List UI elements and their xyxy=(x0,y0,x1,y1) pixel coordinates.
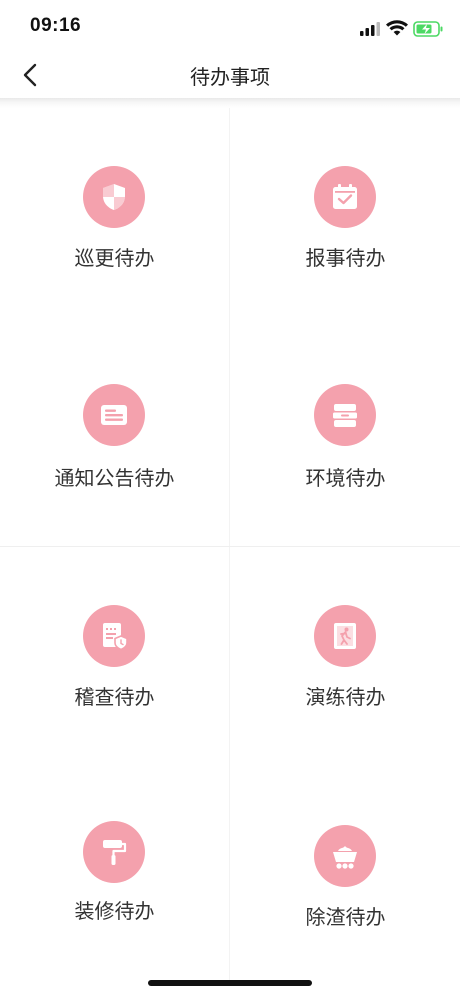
signal-icon xyxy=(360,22,380,36)
todo-item-patrol[interactable]: 巡更待办 xyxy=(0,108,229,327)
todo-item-audit[interactable]: 稽查待办 xyxy=(0,547,229,766)
patrol-icon-circle xyxy=(83,166,145,228)
notice-icon xyxy=(101,405,127,425)
exit-runner-icon xyxy=(334,623,356,649)
notice-icon-circle xyxy=(83,384,145,446)
shield-icon xyxy=(103,184,125,210)
todo-item-label: 环境待办 xyxy=(305,466,386,490)
todo-item-label: 报事待办 xyxy=(305,246,386,270)
debris-icon-circle xyxy=(314,825,376,887)
home-indicator[interactable] xyxy=(148,980,312,986)
report-icon-circle xyxy=(314,166,376,228)
calendar-check-icon xyxy=(333,184,357,209)
wifi-icon xyxy=(386,20,408,36)
todo-item-notice[interactable]: 通知公告待办 xyxy=(0,328,229,546)
audit-doc-icon xyxy=(103,623,128,651)
status-icons xyxy=(360,20,443,37)
drill-icon-circle xyxy=(314,605,376,667)
paint-roller-icon xyxy=(103,840,127,865)
todo-item-debris[interactable]: 除渣待办 xyxy=(231,767,460,983)
header-divider xyxy=(0,98,460,108)
todo-item-label: 稽查待办 xyxy=(74,685,155,709)
todo-item-label: 演练待办 xyxy=(305,685,386,709)
audit-icon-circle xyxy=(83,605,145,667)
environment-icon-circle xyxy=(314,384,376,446)
todo-item-environment[interactable]: 环境待办 xyxy=(231,328,460,546)
todo-item-label: 通知公告待办 xyxy=(54,466,175,490)
status-bar: 09:16 xyxy=(0,0,460,52)
status-time: 09:16 xyxy=(30,15,82,36)
cabinet-icon xyxy=(333,404,357,427)
battery-icon xyxy=(413,21,443,37)
nav-header: 待办事项 xyxy=(0,52,460,98)
todo-item-report[interactable]: 报事待办 xyxy=(231,108,460,327)
renovation-icon-circle xyxy=(83,821,145,883)
todo-grid: 巡更待办 报事待办 通知公告待办 环境待办 稽查待办 演练待办 装修待办 除渣待… xyxy=(0,108,460,983)
todo-item-renovation[interactable]: 装修待办 xyxy=(0,767,229,983)
todo-item-label: 除渣待办 xyxy=(305,905,386,929)
todo-item-label: 巡更待办 xyxy=(74,246,155,270)
todo-item-label: 装修待办 xyxy=(74,899,155,923)
cart-icon xyxy=(333,846,357,869)
page-title: 待办事项 xyxy=(190,65,270,89)
todo-item-drill[interactable]: 演练待办 xyxy=(231,547,460,766)
